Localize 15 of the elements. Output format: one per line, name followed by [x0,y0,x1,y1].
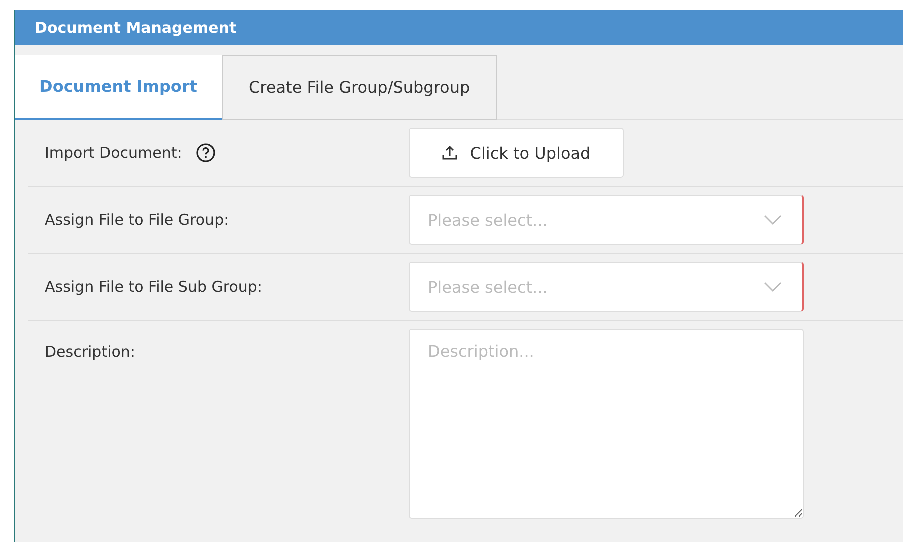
field-label: Import Document: [45,144,182,162]
tab[interactable]: Create File Group/Subgroup [222,55,498,120]
field-label: Assign File to File Group: [45,211,230,229]
select-field[interactable]: Please select... [409,195,804,245]
field-label: Assign File to File Sub Group: [45,278,262,296]
upload-icon [442,145,458,161]
select-field[interactable]: Please select... [409,262,804,312]
upload-button[interactable]: Click to Upload [409,128,624,178]
field-label: Description: [45,343,136,361]
description-field[interactable]: Description... [409,329,804,519]
tab[interactable]: Document Import [15,55,222,120]
chevron-down-icon [764,282,782,292]
window-title: Document Management [35,18,237,36]
help-icon[interactable] [196,143,216,163]
chevron-down-icon [764,215,782,225]
